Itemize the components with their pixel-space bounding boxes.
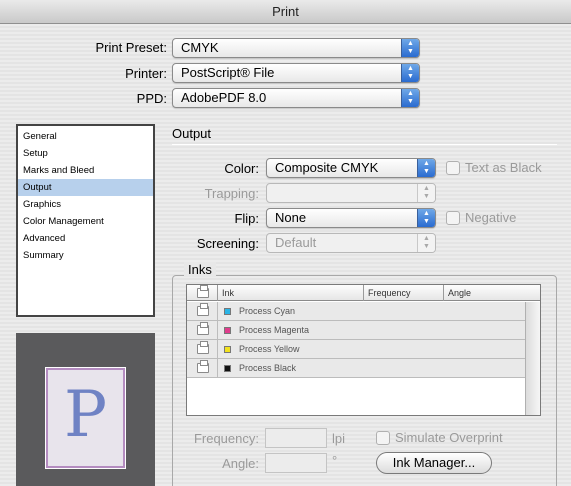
negative-label: Negative <box>465 210 517 225</box>
inks-table[interactable]: Ink Frequency Angle Process Cyan Process… <box>186 284 541 416</box>
up-down-arrows-icon: ▲ ▼ <box>417 184 435 202</box>
sidebar-item-advanced[interactable]: Advanced <box>18 230 153 247</box>
frequency-label: Frequency: <box>193 431 259 446</box>
frequency-field[interactable] <box>265 428 327 448</box>
flip-value: None <box>275 210 307 225</box>
screening-popup[interactable]: Default ▲ ▼ <box>266 233 436 253</box>
printer-popup[interactable]: PostScript® File ▲ ▼ <box>172 63 420 83</box>
ppd-popup[interactable]: AdobePDF 8.0 ▲ ▼ <box>172 88 420 108</box>
ink-name: Process Cyan <box>239 306 296 316</box>
print-preset-label: Print Preset: <box>95 40 167 55</box>
color-popup[interactable]: Composite CMYK ▲ ▼ <box>266 158 436 178</box>
table-row[interactable]: Process Yellow <box>187 340 525 359</box>
print-preset-value: CMYK <box>181 40 219 55</box>
table-row[interactable]: Process Magenta <box>187 321 525 340</box>
section-divider <box>172 144 557 145</box>
section-title: Output <box>172 126 212 141</box>
ink-name: Process Yellow <box>239 344 300 354</box>
frequency-unit: lpi <box>332 431 346 446</box>
up-down-arrows-icon: ▲ ▼ <box>417 159 435 177</box>
flip-popup[interactable]: None ▲ ▼ <box>266 208 436 228</box>
up-down-arrows-icon: ▲ ▼ <box>401 89 419 107</box>
printer-icon[interactable] <box>197 322 209 335</box>
text-as-black-label: Text as Black <box>465 160 542 175</box>
sidebar-item-graphics[interactable]: Graphics <box>18 196 153 213</box>
angle-unit: ° <box>332 453 338 468</box>
printer-icon <box>197 285 209 298</box>
inks-table-header: Ink Frequency Angle <box>187 285 540 301</box>
black-swatch <box>224 365 231 372</box>
page-preview: P <box>16 333 155 486</box>
printer-value: PostScript® File <box>181 65 275 80</box>
inks-title: Inks <box>184 262 216 277</box>
category-list[interactable]: General Setup Marks and Bleed Output Gra… <box>16 124 155 317</box>
simulate-overprint-checkbox[interactable] <box>376 431 390 445</box>
color-value: Composite CMYK <box>275 160 379 175</box>
preview-letter: P <box>63 378 108 452</box>
printer-icon[interactable] <box>197 360 209 373</box>
trapping-popup[interactable]: ▲ ▼ <box>266 183 436 203</box>
negative-checkbox[interactable] <box>446 211 460 225</box>
printer-label: Printer: <box>125 66 167 81</box>
trapping-label: Trapping: <box>204 186 259 201</box>
simulate-overprint-label: Simulate Overprint <box>395 430 503 445</box>
sidebar-item-output[interactable]: Output <box>18 179 153 196</box>
printer-icon[interactable] <box>197 341 209 354</box>
printer-icon[interactable] <box>197 303 209 316</box>
up-down-arrows-icon: ▲ ▼ <box>401 64 419 82</box>
print-column-header[interactable] <box>187 285 218 301</box>
magenta-swatch <box>224 327 231 334</box>
angle-label: Angle: <box>222 456 259 471</box>
angle-column-header[interactable]: Angle <box>444 285 540 301</box>
ink-name: Process Black <box>239 363 297 373</box>
color-label: Color: <box>224 161 259 176</box>
frequency-column-header[interactable]: Frequency <box>364 285 444 301</box>
ppd-value: AdobePDF 8.0 <box>181 90 267 105</box>
sidebar-item-setup[interactable]: Setup <box>18 145 153 162</box>
sidebar-item-color-management[interactable]: Color Management <box>18 213 153 230</box>
ink-column-header[interactable]: Ink <box>218 285 364 301</box>
up-down-arrows-icon: ▲ ▼ <box>401 39 419 57</box>
window-title: Print <box>0 0 571 24</box>
flip-label: Flip: <box>234 211 259 226</box>
up-down-arrows-icon: ▲ ▼ <box>417 234 435 252</box>
ink-name: Process Magenta <box>239 325 310 335</box>
screening-label: Screening: <box>196 236 259 251</box>
ink-manager-button[interactable]: Ink Manager... <box>376 452 492 474</box>
yellow-swatch <box>224 346 231 353</box>
sidebar-item-marks-and-bleed[interactable]: Marks and Bleed <box>18 162 153 179</box>
table-row[interactable]: Process Black <box>187 359 525 378</box>
sidebar-item-summary[interactable]: Summary <box>18 247 153 264</box>
preview-page: P <box>45 367 126 469</box>
table-row[interactable]: Process Cyan <box>187 302 525 321</box>
angle-field[interactable] <box>265 453 327 473</box>
cyan-swatch <box>224 308 231 315</box>
inks-table-scrollbar[interactable] <box>525 302 540 415</box>
screening-value: Default <box>275 235 317 250</box>
up-down-arrows-icon: ▲ ▼ <box>417 209 435 227</box>
print-preset-popup[interactable]: CMYK ▲ ▼ <box>172 38 420 58</box>
sidebar-item-general[interactable]: General <box>18 128 153 145</box>
text-as-black-checkbox[interactable] <box>446 161 460 175</box>
ppd-label: PPD: <box>136 91 167 106</box>
